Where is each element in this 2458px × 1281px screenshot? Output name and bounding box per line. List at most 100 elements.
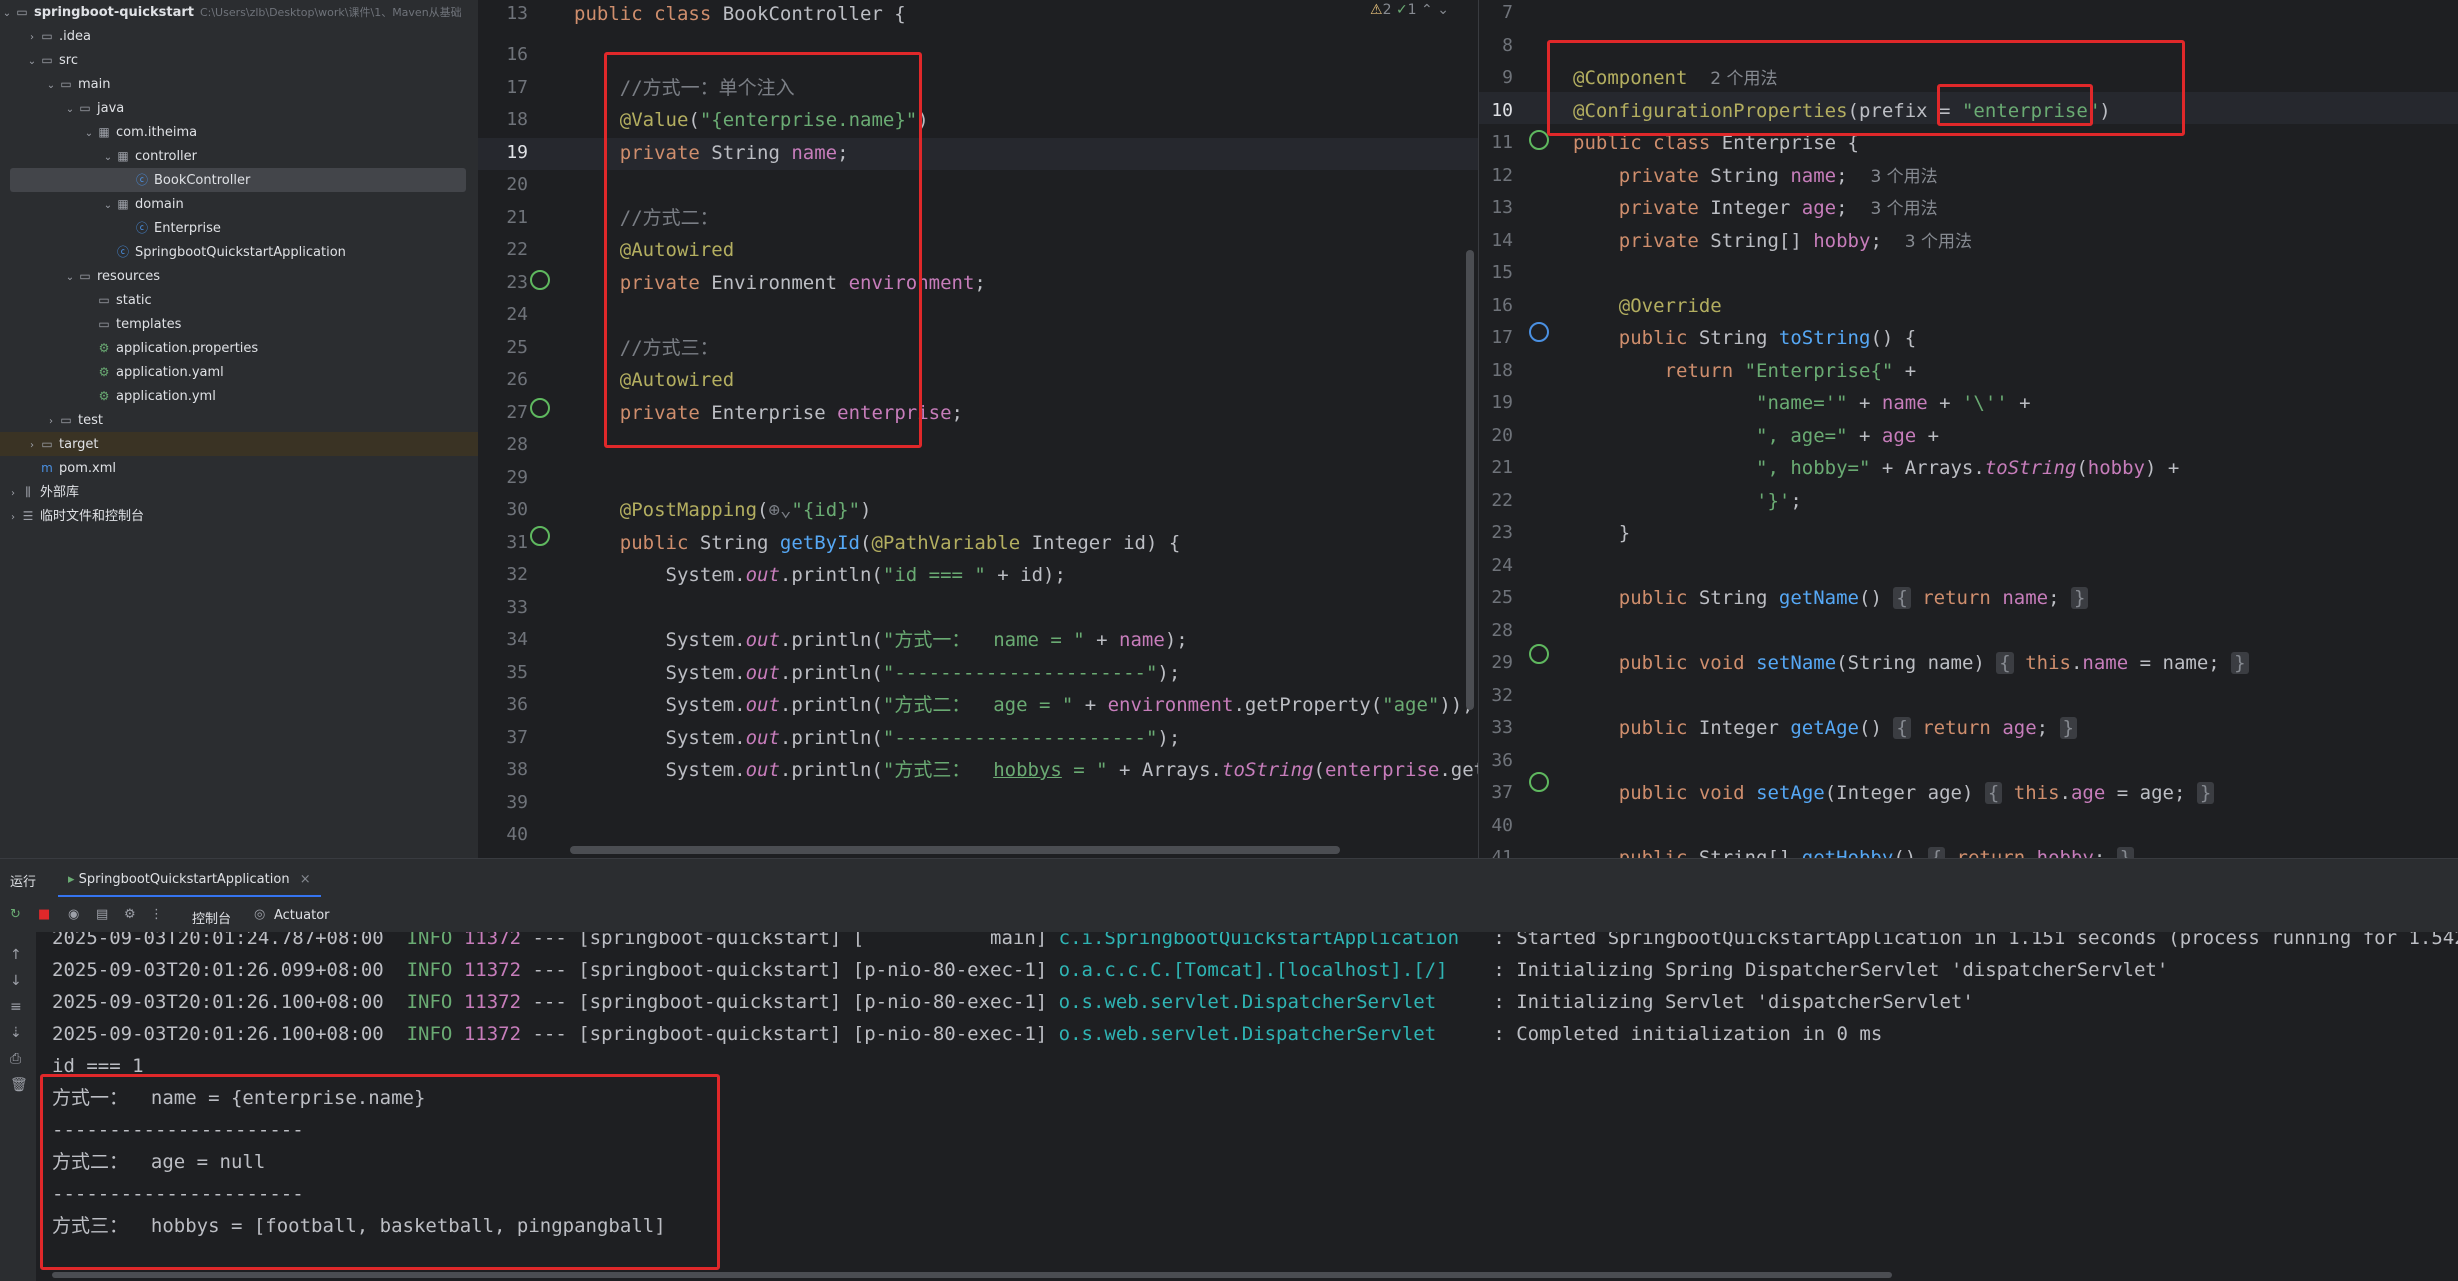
code-line[interactable]: //方式一：单个注入 [574, 72, 795, 104]
tree-item[interactable]: ⚙ application.yml [0, 384, 478, 408]
tree-item[interactable]: › ⫼ 外部库 [0, 480, 478, 504]
chevron-down-icon[interactable]: ⌄ [63, 98, 77, 122]
code-line[interactable]: @Value("{enterprise.name}") [574, 104, 929, 136]
camera-icon[interactable]: ◉ [68, 907, 79, 922]
editor-bookcontroller[interactable]: 13 public class BookController {16 17 //方式… [478, 0, 1478, 858]
chevron-right-icon[interactable]: › [6, 482, 20, 506]
tree-item[interactable]: ⌄ ▦ domain [0, 192, 478, 216]
console-output[interactable]: 2025-09-03T20:01:24.787+08:00 INFO 11372… [36, 932, 2458, 1281]
horizontal-scrollbar[interactable] [570, 846, 1340, 854]
chevron-down-icon[interactable]: ⌄ [25, 50, 39, 74]
code-line[interactable]: //方式三： [574, 332, 719, 364]
more-icon[interactable]: ⋮ [150, 907, 163, 922]
print-icon[interactable]: ⎙ [10, 1046, 28, 1072]
code-line[interactable]: ", age=" + age + [1573, 420, 1939, 452]
scroll-end-icon[interactable]: ⇣ [10, 1020, 28, 1046]
code-line[interactable]: public void setName(String name) { this.… [1573, 647, 2249, 679]
code-line[interactable]: private String name; [574, 137, 849, 169]
code-line[interactable]: System.out.println("方式二： age = " + envir… [574, 689, 1474, 721]
vertical-scrollbar[interactable] [1466, 250, 1474, 710]
tree-item[interactable]: ⓒ SpringbootQuickstartApplication [0, 240, 478, 264]
tree-item[interactable]: ⌄ ▭ resources [0, 264, 478, 288]
tree-item[interactable]: ⌄ ▭ java [0, 96, 478, 120]
code-line[interactable]: public void setAge(Integer age) { this.a… [1573, 777, 2215, 809]
bean-gutter-icon[interactable] [530, 270, 550, 290]
code-line[interactable]: @PostMapping(⊕⌄"{id}") [574, 494, 872, 526]
bean-gutter-icon[interactable] [530, 398, 550, 418]
chevron-right-icon[interactable]: › [25, 434, 39, 458]
code-line[interactable]: @Autowired [574, 364, 734, 396]
dump-icon[interactable]: ▤ [96, 907, 108, 922]
soft-wrap-icon[interactable]: ≡ [10, 994, 28, 1020]
tree-item[interactable]: ⚙ application.properties [0, 336, 478, 360]
code-line[interactable]: public String toString() { [1573, 322, 1916, 354]
setter-gutter-icon[interactable] [1529, 772, 1549, 792]
tree-item[interactable]: ⓒ BookController [10, 168, 466, 192]
trash-icon[interactable]: 🗑 [10, 1072, 28, 1098]
code-line[interactable]: @Autowired [574, 234, 734, 266]
code-line[interactable]: System.out.println("id === " + id); [574, 559, 1066, 591]
rerun-icon[interactable]: ↻ [10, 907, 21, 922]
console-scrollbar[interactable] [52, 1272, 1892, 1278]
console-tab[interactable]: 控制台 [192, 908, 231, 927]
code-line[interactable]: public String getName() { return name; } [1573, 582, 2089, 614]
code-line[interactable]: System.out.println("--------------------… [574, 722, 1181, 754]
code-line[interactable]: return "Enterprise{" + [1573, 355, 1917, 387]
tree-item[interactable]: ⌄ ▭ src [0, 48, 478, 72]
tree-item[interactable]: ⌄ ▭ main [0, 72, 478, 96]
tree-root[interactable]: ⌄ ▭ springboot-quickstart C:\Users\zlb\Desk… [0, 0, 478, 24]
settings-icon[interactable]: ⚙ [124, 907, 136, 922]
code-line[interactable]: '}'; [1573, 485, 1802, 517]
tree-item[interactable]: ⓒ Enterprise [0, 216, 478, 240]
chevron-down-icon[interactable]: ⌄ [63, 266, 77, 290]
arrow-down-icon[interactable]: ↓ [10, 968, 28, 994]
run-tab[interactable]: ▸ SpringbootQuickstartApplication × [58, 865, 321, 897]
code-line[interactable]: public Integer getAge() { return age; } [1573, 712, 2077, 744]
tree-item[interactable]: ▭ static [0, 288, 478, 312]
actuator-tab[interactable]: Actuator [274, 908, 330, 923]
tree-item[interactable]: ⚙ application.yaml [0, 360, 478, 384]
chevron-down-icon[interactable]: ⌄ [101, 146, 115, 170]
endpoint-gutter-icon[interactable] [530, 526, 550, 546]
code-line[interactable]: public String getById(@PathVariable Inte… [574, 527, 1181, 559]
code-line[interactable]: System.out.println("方式一： name = " + name… [574, 624, 1188, 656]
code-line[interactable]: System.out.println("方式三： hobbys = " + Ar… [574, 754, 1479, 786]
inspection-widget[interactable]: ⚠2 ✓1 ⌃ ⌄ [1370, 2, 1449, 18]
chevron-down-icon[interactable]: ⌄ [0, 2, 14, 26]
tree-item[interactable]: › ▭ test [0, 408, 478, 432]
code-line[interactable]: private String[] hobby; 3 个用法 [1573, 225, 1972, 257]
code-line[interactable]: @Override [1573, 290, 1722, 322]
code-line[interactable]: public String[] getHobby() { return hobb… [1573, 842, 2135, 858]
chevron-down-icon[interactable]: ⌄ [82, 122, 96, 146]
code-line[interactable]: public class BookController { [574, 0, 906, 30]
setter-gutter-icon[interactable] [1529, 644, 1549, 664]
code-line[interactable]: @ConfigurationProperties(prefix = "enter… [1573, 95, 2111, 127]
chevron-down-icon[interactable]: ⌄ [101, 194, 115, 218]
override-gutter-icon[interactable] [1529, 322, 1549, 342]
tree-item[interactable]: › ☰ 临时文件和控制台 [0, 504, 478, 528]
chevron-right-icon[interactable]: › [25, 26, 39, 50]
tree-item[interactable]: › ▭ target [0, 432, 478, 456]
tree-item[interactable]: m pom.xml [0, 456, 478, 480]
code-line[interactable]: "name='" + name + '\'' + [1573, 387, 2031, 419]
code-line[interactable]: @Component 2 个用法 [1573, 62, 1778, 94]
tree-item[interactable]: ▭ templates [0, 312, 478, 336]
code-line[interactable]: private String name; 3 个用法 [1573, 160, 1938, 192]
arrow-up-icon[interactable]: ↑ [10, 942, 28, 968]
code-line[interactable]: //方式二： [574, 202, 719, 234]
editor-enterprise[interactable]: 7 8 9 @Component 2 个用法 10 @ConfigurationPrope… [1478, 0, 2458, 858]
bean-gutter-icon[interactable] [1529, 130, 1549, 150]
code-line[interactable]: public class Enterprise { [1573, 127, 1859, 159]
chevron-down-icon[interactable]: ⌄ [44, 74, 58, 98]
chevron-right-icon[interactable]: › [6, 506, 20, 530]
tree-item[interactable]: ⌄ ▦ com.itheima [0, 120, 478, 144]
close-icon[interactable]: × [300, 872, 311, 887]
tree-item[interactable]: › ▭ .idea [0, 24, 478, 48]
code-line[interactable]: private Environment environment; [574, 267, 986, 299]
tree-item[interactable]: ⌄ ▦ controller [0, 144, 478, 168]
code-line[interactable]: private Integer age; 3 个用法 [1573, 192, 1938, 224]
stop-icon[interactable]: ■ [38, 907, 50, 922]
code-line[interactable]: ", hobby=" + Arrays.toString(hobby) + [1573, 452, 2179, 484]
code-line[interactable]: } [1573, 517, 1630, 549]
chevron-right-icon[interactable]: › [44, 410, 58, 434]
